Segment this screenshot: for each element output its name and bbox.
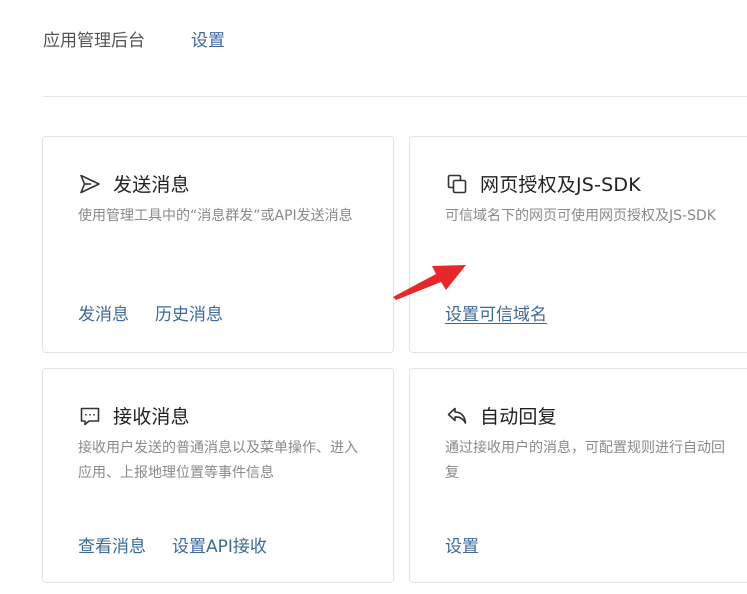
card-description: 使用管理工具中的“消息群发”或API发送消息 [78, 208, 353, 224]
card-header: 网页授权及JS-SDK [445, 170, 641, 197]
auto-reply-card: 自动回复 通过接收用户的消息，可配置规则进行自动回复 设置 [409, 368, 747, 583]
set-trusted-domain-link[interactable]: 设置可信域名 [445, 300, 547, 325]
card-description: 接收用户发送的普通消息以及菜单操作、进入应用、上报地理位置等事件信息 [78, 440, 358, 481]
card-title: 自动回复 [480, 406, 557, 428]
card-links: 查看消息 设置API接收 [78, 532, 293, 557]
card-links: 设置可信域名 [445, 300, 573, 325]
card-header: 发送消息 [78, 170, 190, 197]
card-title: 发送消息 [113, 174, 190, 196]
settings-link[interactable]: 设置 [191, 26, 225, 51]
card-description: 通过接收用户的消息，可配置规则进行自动回复 [445, 440, 725, 481]
card-links: 发消息 历史消息 [78, 300, 249, 325]
card-description: 可信域名下的网页可使用网页授权及JS-SDK [445, 208, 716, 224]
web-auth-icon [445, 172, 469, 196]
receive-message-card: 接收消息 接收用户发送的普通消息以及菜单操作、进入应用、上报地理位置等事件信息 … [42, 368, 394, 583]
app-title: 应用管理后台 [43, 31, 145, 51]
send-icon [78, 172, 102, 196]
chat-icon [78, 404, 102, 428]
send-message-link[interactable]: 发消息 [78, 300, 129, 325]
card-title: 接收消息 [113, 406, 190, 428]
app-settings-page: 应用管理后台 设置 发送消息 使用管理工具中的“消息群发”或API发送消息 发消… [0, 0, 747, 594]
auto-reply-settings-link[interactable]: 设置 [445, 532, 479, 557]
send-message-card: 发送消息 使用管理工具中的“消息群发”或API发送消息 发消息 历史消息 [42, 136, 394, 353]
annotation-arrow-icon [393, 265, 466, 300]
message-history-link[interactable]: 历史消息 [155, 300, 223, 325]
breadcrumb: 应用管理后台 设置 [43, 26, 225, 51]
set-api-receive-link[interactable]: 设置API接收 [172, 532, 267, 557]
card-header: 接收消息 [78, 402, 190, 429]
header-divider [43, 96, 747, 97]
card-links: 设置 [445, 532, 505, 557]
card-title: 网页授权及JS-SDK [480, 174, 641, 196]
card-header: 自动回复 [445, 402, 557, 429]
reply-icon [445, 404, 469, 428]
web-auth-card: 网页授权及JS-SDK 可信域名下的网页可使用网页授权及JS-SDK 设置可信域… [409, 136, 747, 353]
view-messages-link[interactable]: 查看消息 [78, 532, 146, 557]
